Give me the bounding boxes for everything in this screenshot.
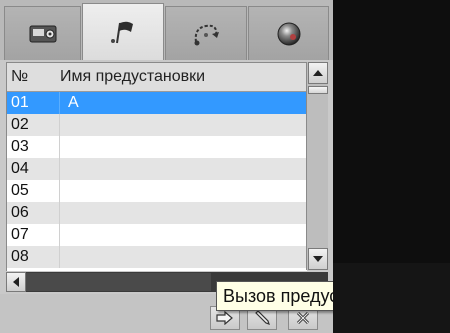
tab-camera-settings[interactable] xyxy=(4,6,81,60)
tab-tours[interactable] xyxy=(165,6,247,60)
preset-row[interactable]: 08 xyxy=(7,246,307,268)
preset-number: 06 xyxy=(7,202,60,224)
arrow-right-icon xyxy=(216,311,233,325)
ptz-control-panel: № Имя предустановки 01 A 02 03 04 05 06 07 08 xyxy=(0,0,333,333)
arrow-up-icon xyxy=(313,70,323,76)
scroll-up-button[interactable] xyxy=(308,62,328,84)
tab-color[interactable] xyxy=(248,6,329,60)
preset-row[interactable]: 04 xyxy=(7,158,307,180)
tab-presets[interactable] xyxy=(82,3,164,60)
preset-number: 08 xyxy=(7,246,60,268)
preset-row[interactable]: 03 xyxy=(7,136,307,158)
preset-number: 04 xyxy=(7,158,60,180)
vertical-scroll-thumb[interactable] xyxy=(308,86,328,94)
preset-number: 01 xyxy=(7,92,60,114)
preset-list: № Имя предустановки 01 A 02 03 04 05 06 07 08 xyxy=(6,62,307,271)
preset-row[interactable]: 07 xyxy=(7,224,307,246)
arrow-left-icon xyxy=(13,277,19,287)
video-view-area xyxy=(333,0,450,333)
preset-flag-icon xyxy=(106,17,140,47)
arrow-down-icon xyxy=(313,256,323,262)
tab-bar xyxy=(0,0,333,60)
vertical-scrollbar[interactable] xyxy=(306,62,328,270)
preset-number: 07 xyxy=(7,224,60,246)
color-ball-icon xyxy=(275,20,303,48)
scroll-left-button[interactable] xyxy=(6,272,26,292)
column-header-number[interactable]: № xyxy=(7,68,60,86)
horizontal-scroll-thumb[interactable] xyxy=(26,273,211,291)
preset-number: 05 xyxy=(7,180,60,202)
preset-row[interactable]: 02 xyxy=(7,114,307,136)
column-header-name[interactable]: Имя предустановки xyxy=(60,68,307,86)
delete-x-icon xyxy=(296,311,310,325)
tooltip: Вызов предустановки xyxy=(216,281,333,311)
scroll-down-button[interactable] xyxy=(308,248,328,270)
list-rows: 01 A 02 03 04 05 06 07 08 xyxy=(7,92,307,268)
preset-row[interactable]: 05 xyxy=(7,180,307,202)
pencil-icon xyxy=(255,310,270,325)
list-header: № Имя предустановки xyxy=(7,63,307,92)
preset-number: 02 xyxy=(7,114,60,136)
preset-row[interactable]: 06 xyxy=(7,202,307,224)
video-bottom-strip xyxy=(333,263,450,333)
camera-settings-icon xyxy=(28,23,58,45)
preset-row[interactable]: 01 A xyxy=(7,92,307,114)
tour-route-icon xyxy=(190,20,222,48)
preset-name: A xyxy=(68,94,79,111)
preset-number: 03 xyxy=(7,136,60,158)
